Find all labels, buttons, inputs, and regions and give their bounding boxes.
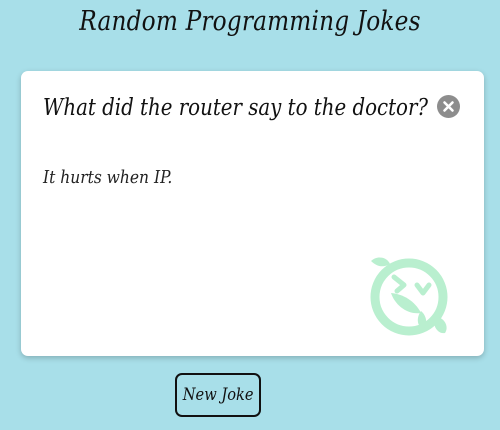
joke-punchline: It hurts when IP. bbox=[43, 167, 173, 188]
page-title: Random Programming Jokes bbox=[79, 6, 421, 37]
close-button[interactable] bbox=[437, 95, 460, 118]
close-icon bbox=[443, 101, 454, 112]
joke-card: What did the router say to the doctor? I… bbox=[21, 71, 484, 356]
joke-setup: What did the router say to the doctor? bbox=[43, 95, 429, 121]
new-joke-label: New Joke bbox=[182, 385, 254, 405]
laughing-face-icon bbox=[370, 257, 448, 336]
new-joke-button[interactable]: New Joke bbox=[175, 373, 261, 417]
